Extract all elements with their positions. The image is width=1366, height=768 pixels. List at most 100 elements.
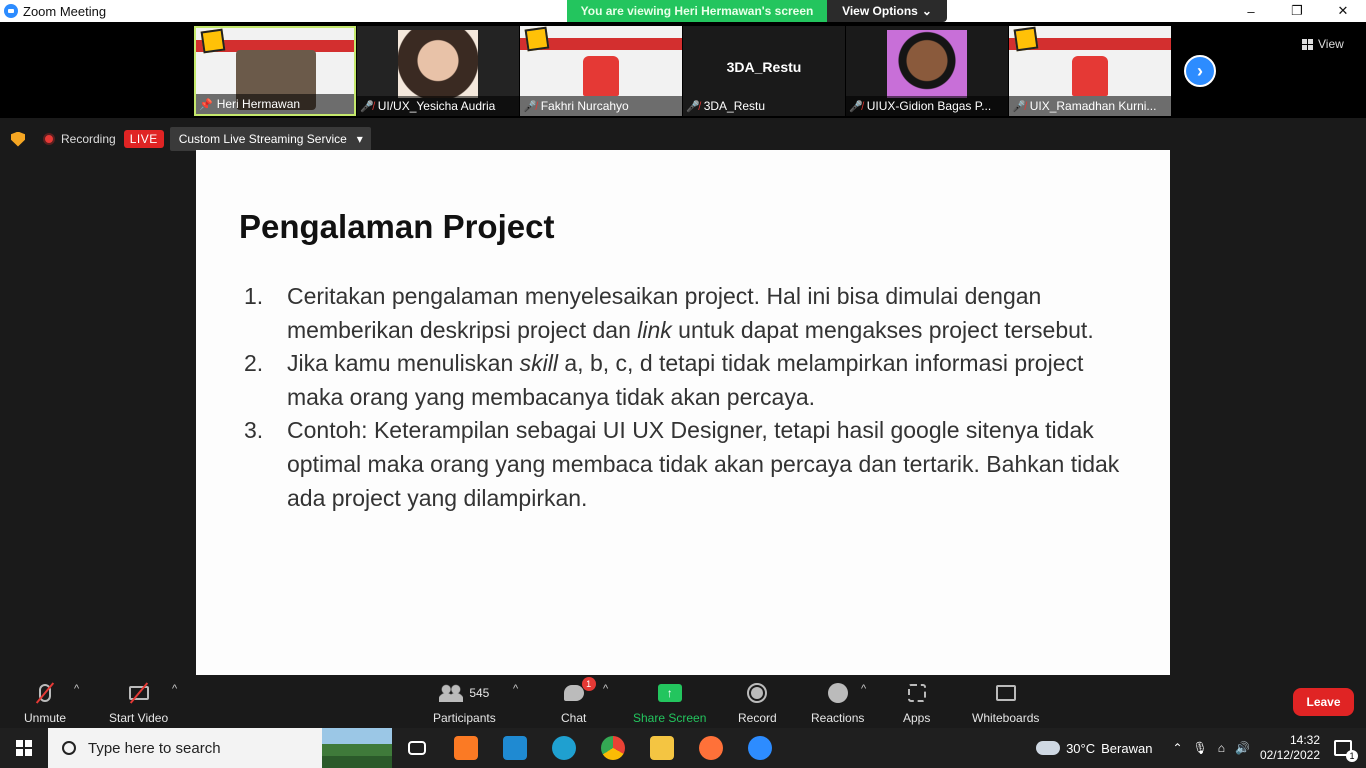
record-icon (747, 683, 768, 703)
share-screen-icon: ↑ (657, 684, 682, 702)
video-options-caret[interactable]: ^ (172, 683, 177, 695)
event-logo (1013, 26, 1039, 52)
window-titlebar: Zoom Meeting You are viewing Heri Hermaw… (0, 0, 1366, 22)
clock-date: 02/12/2022 (1259, 748, 1320, 762)
participant-name-bar: 🎤̸ UI/UX_Yesicha Audria (357, 96, 519, 116)
participant-tile[interactable]: 🎤̸ UIUX-Gidion Bagas P... (846, 26, 1008, 116)
leave-button[interactable]: Leave (1293, 688, 1354, 716)
grid-icon (1302, 38, 1313, 50)
reactions-caret[interactable]: ^ (861, 683, 866, 695)
share-screen-button[interactable]: ↑ Share Screen (633, 681, 706, 725)
next-page-button[interactable]: › (1184, 55, 1216, 87)
view-options-button[interactable]: View Options ⌄ (827, 0, 947, 22)
participant-tile[interactable]: 📌 Heri Hermawan (194, 26, 356, 116)
participants-icon (439, 684, 464, 702)
xampp-app[interactable] (441, 728, 490, 768)
unmute-button[interactable]: Unmute (24, 681, 66, 725)
firefox-app[interactable] (686, 728, 735, 768)
view-button[interactable]: View (1302, 34, 1344, 54)
chat-icon (563, 685, 584, 701)
folder-icon (649, 736, 674, 760)
reactions-button[interactable]: Reactions (811, 681, 864, 725)
unmute-label: Unmute (24, 711, 67, 725)
participant-tile[interactable]: 3DA_Restu 🎤̸ 3DA_Restu (683, 26, 845, 116)
weather-widget[interactable]: 30°C Berawan (1036, 741, 1152, 756)
file-explorer-app[interactable] (637, 728, 686, 768)
participant-name-bar: 🎤̸ UIX_Ramadhan Kurni... (1009, 96, 1171, 116)
microphone-icon[interactable]: 🎙 (1193, 741, 1208, 755)
participant-tile[interactable]: 🎤̸ Fakhri Nurcahyo (520, 26, 682, 116)
apps-label: Apps (903, 711, 931, 725)
participant-photo (887, 30, 967, 98)
chat-button[interactable]: 1 Chat (561, 677, 596, 725)
slide-chair-image (1072, 56, 1108, 96)
muted-mic-icon (35, 681, 55, 705)
security-shield-icon[interactable] (11, 131, 25, 147)
item-number: 3. (244, 417, 264, 444)
restore-button[interactable]: ❐ (1274, 0, 1320, 22)
edge-app[interactable] (539, 728, 588, 768)
smile-icon (827, 683, 848, 703)
slide-title: Pengalaman Project (239, 208, 555, 245)
chat-ic: 1 (563, 677, 596, 705)
gallery-strip: 📌 Heri Hermawan 🎤̸ UI/UX_Yesicha Audria (0, 22, 1366, 118)
apps-button[interactable]: Apps (903, 681, 930, 725)
live-stream-dropdown[interactable]: Custom Live Streaming Service ▾ (169, 127, 371, 151)
notification-count: 1 (1346, 750, 1358, 762)
chrome-icon (600, 736, 625, 760)
chat-label: Chat (561, 711, 587, 725)
slide-list: 1. Ceritakan pengalaman menyelesaikan pr… (244, 280, 1144, 515)
muted-mic-icon: 🎤̸ (686, 100, 700, 113)
participants-button[interactable]: 545 Participants (433, 681, 496, 725)
cloud-icon (1036, 741, 1061, 755)
participant-tile[interactable]: 🎤̸ UI/UX_Yesicha Audria (357, 26, 519, 116)
muted-mic-icon: 🎤̸ (1012, 100, 1026, 113)
zoom-app[interactable] (735, 728, 784, 768)
participant-name: Heri Hermawan (216, 97, 301, 111)
whiteboards-button[interactable]: Whiteboards (972, 681, 1039, 725)
muted-mic-icon: 🎤̸ (360, 100, 374, 113)
system-tray: 30°C Berawan ⌃ 🎙 ⌂ 🔊 14:32 02/12/2022 1 (1036, 728, 1366, 768)
participant-name-bar: 🎤̸ Fakhri Nurcahyo (520, 96, 682, 116)
chat-badge: 1 (581, 677, 596, 691)
chrome-app[interactable] (588, 728, 637, 768)
viewing-banner: You are viewing Heri Hermawan's screen (567, 0, 827, 22)
edge-icon (551, 736, 576, 760)
windows-taskbar: Type here to search 30°C Berawan ⌃ 🎙 ⌂ 🔊 (0, 728, 1366, 768)
participants-caret[interactable]: ^ (513, 683, 518, 695)
chat-caret[interactable]: ^ (603, 683, 608, 695)
participant-photo (398, 30, 478, 98)
zoom-app-icon (4, 4, 18, 18)
close-button[interactable]: ✕ (1320, 0, 1366, 22)
participant-name-bar: 🎤̸ 3DA_Restu (683, 96, 845, 116)
whiteboard-icon (995, 685, 1016, 701)
participant-tile[interactable]: 🎤̸ UIX_Ramadhan Kurni... (1009, 26, 1171, 116)
share-ic: ↑ (657, 681, 682, 705)
window-title: Zoom Meeting (23, 3, 107, 19)
chevron-down-icon: ⌄ (921, 4, 932, 18)
list-item: 1. Ceritakan pengalaman menyelesaikan pr… (244, 280, 1144, 347)
chevron-up-icon[interactable]: ⌃ (1172, 741, 1182, 755)
start-video-button[interactable]: Start Video (109, 681, 168, 725)
vscode-app[interactable] (490, 728, 539, 768)
minimize-button[interactable]: – (1228, 0, 1274, 22)
pin-icon: 📌 (199, 98, 213, 111)
apps-ic (907, 681, 926, 705)
taskbar-clock[interactable]: 14:32 02/12/2022 (1260, 733, 1320, 763)
item-number: 1. (244, 283, 264, 309)
record-button[interactable]: Record (738, 681, 777, 725)
zoom-icon (747, 736, 772, 760)
start-button[interactable] (0, 728, 48, 768)
stream-service-label: Custom Live Streaming Service (178, 132, 347, 146)
volume-icon[interactable]: 🔊 (1235, 741, 1250, 755)
window-controls: – ❐ ✕ (1228, 0, 1366, 22)
task-view-button[interactable] (392, 728, 441, 768)
share-screen-label: Share Screen (633, 711, 707, 725)
audio-options-caret[interactable]: ^ (74, 683, 79, 695)
notification-icon[interactable]: 1 (1334, 740, 1358, 762)
slide-chair-image (583, 56, 619, 96)
taskbar-search[interactable]: Type here to search (48, 728, 392, 768)
recording-dot-icon (43, 133, 55, 145)
start-video-label: Start Video (109, 711, 169, 725)
network-icon[interactable]: ⌂ (1218, 741, 1225, 755)
